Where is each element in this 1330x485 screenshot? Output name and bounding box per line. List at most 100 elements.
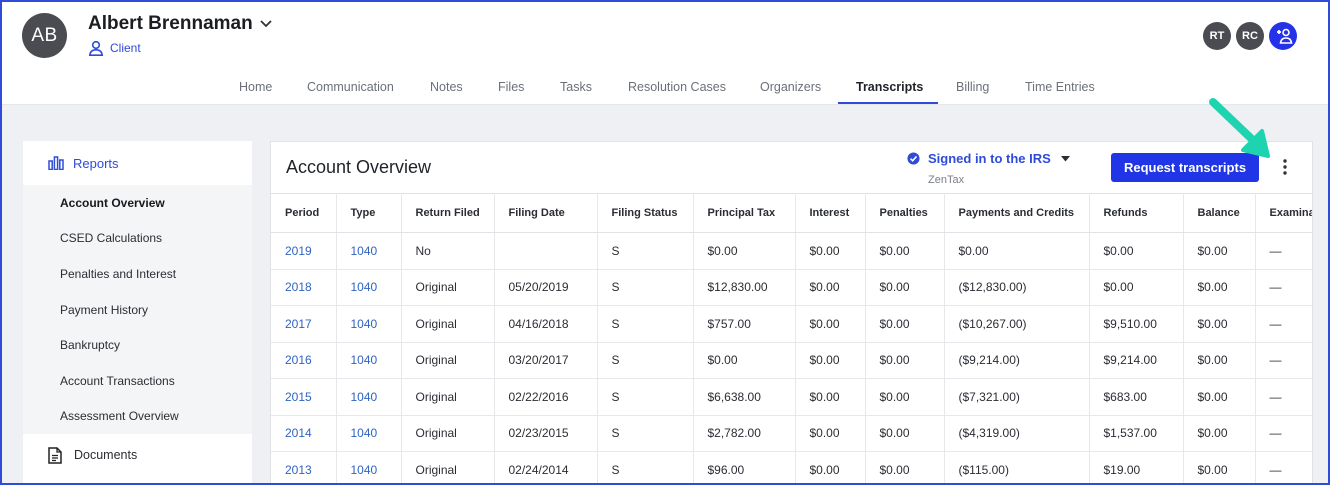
table-cell[interactable]: 2018 (271, 269, 337, 306)
table-cell: — (1255, 269, 1312, 306)
team-avatar[interactable]: RC (1236, 22, 1264, 50)
column-header[interactable]: Return Filed (401, 193, 495, 233)
table-cell: $0.00 (1183, 378, 1256, 416)
reports-sidebar: Reports Account Overview CSED Calculatio… (23, 141, 252, 485)
table-cell: ($7,321.00) (944, 378, 1090, 416)
table-cell: $0.00 (1183, 305, 1256, 343)
sidebar-documents[interactable]: Documents (23, 434, 252, 476)
tab-time-entries[interactable]: Time Entries (1025, 70, 1095, 105)
table-cell[interactable]: 2014 (271, 415, 337, 452)
column-header[interactable]: Payments and Credits (944, 193, 1090, 233)
tab-notes[interactable]: Notes (430, 70, 463, 105)
table-row[interactable]: 2016 1040 Original 03/20/2017 S $0.00 $0.00 $0.… (271, 342, 1312, 379)
table-row[interactable]: 2015 1040 Original 02/22/2016 S $6,638.00 $0.0… (271, 378, 1312, 416)
tab-tasks[interactable]: Tasks (560, 70, 592, 105)
table-cell: Original (401, 305, 495, 343)
team-avatar[interactable]: RT (1203, 22, 1231, 50)
tab-communication[interactable]: Communication (307, 70, 394, 105)
column-header[interactable]: Interest (795, 193, 866, 233)
table-cell: $0.00 (865, 232, 945, 270)
table-cell: $9,214.00 (1089, 342, 1184, 379)
table-row[interactable]: 2017 1040 Original 04/16/2018 S $757.00 $0.00 $… (271, 305, 1312, 343)
table-cell[interactable]: 2013 (271, 451, 337, 484)
sidebar-report-list: Account Overview CSED Calculations Penal… (23, 185, 252, 435)
table-row[interactable]: 2014 1040 Original 02/23/2015 S $2,782.00 $0.0… (271, 415, 1312, 452)
table-cell: S (597, 415, 694, 452)
tab-billing[interactable]: Billing (956, 70, 989, 105)
tab-transcripts[interactable]: Transcripts (856, 70, 923, 105)
table-cell[interactable]: 1040 (336, 342, 402, 379)
table-cell: ($9,214.00) (944, 342, 1090, 379)
table-cell: Original (401, 269, 495, 306)
table-cell: Original (401, 451, 495, 484)
table-cell[interactable]: 2015 (271, 378, 337, 416)
tab-resolution-cases[interactable]: Resolution Cases (628, 70, 726, 105)
table-cell: — (1255, 415, 1312, 452)
sidebar-reports-header[interactable]: Reports (23, 141, 252, 185)
add-user-icon (1277, 28, 1293, 44)
table-row[interactable]: 2013 1040 Original 02/24/2014 S $96.00 $0.00 $0… (271, 451, 1312, 484)
table-cell: $0.00 (795, 342, 866, 379)
column-header[interactable]: Refunds (1089, 193, 1184, 233)
table-cell[interactable]: 2019 (271, 232, 337, 270)
sidebar-reports-label: Reports (73, 155, 119, 171)
sidebar-item-penalties-interest[interactable]: Penalties and Interest (23, 256, 252, 292)
sidebar-item-account-transactions[interactable]: Account Transactions (23, 363, 252, 399)
client-role: Client (88, 40, 141, 56)
table-cell: S (597, 305, 694, 343)
table-cell[interactable]: 1040 (336, 305, 402, 343)
client-tabs: Home Communication Notes Files Tasks Res… (0, 70, 1330, 105)
add-user-button[interactable] (1269, 22, 1297, 50)
document-icon (48, 446, 62, 464)
column-header[interactable]: Filing Date (494, 193, 598, 233)
table-cell: $0.00 (693, 342, 796, 379)
table-cell: 05/20/2019 (494, 269, 598, 306)
sidebar-item-bankruptcy[interactable]: Bankruptcy (23, 327, 252, 363)
table-cell: S (597, 269, 694, 306)
table-cell: Original (401, 342, 495, 379)
table-cell: $0.00 (944, 232, 1090, 270)
tab-files[interactable]: Files (498, 70, 524, 105)
page-title: Account Overview (286, 157, 432, 177)
table-cell: $0.00 (1089, 232, 1184, 270)
sidebar-item-payment-history[interactable]: Payment History (23, 292, 252, 328)
table-cell: $0.00 (795, 415, 866, 452)
chevron-down-icon[interactable] (258, 15, 274, 31)
table-cell: $0.00 (795, 269, 866, 306)
table-cell: $0.00 (1183, 451, 1256, 484)
annotation-arrow-icon (1209, 98, 1270, 158)
column-header[interactable]: Principal Tax (693, 193, 796, 233)
table-cell: ($12,830.00) (944, 269, 1090, 306)
table-cell: No (401, 232, 495, 270)
table-cell: $0.00 (1089, 269, 1184, 306)
table-cell[interactable]: 1040 (336, 415, 402, 452)
table-cell[interactable]: 1040 (336, 269, 402, 306)
table-cell: — (1255, 305, 1312, 343)
table-cell: $0.00 (1183, 342, 1256, 379)
table-cell[interactable]: 2017 (271, 305, 337, 343)
table-cell: $683.00 (1089, 378, 1184, 416)
client-avatar: AB (22, 13, 67, 58)
column-header[interactable]: Examina (1255, 193, 1312, 233)
sidebar-item-account-overview[interactable]: Account Overview (23, 185, 252, 221)
tab-home[interactable]: Home (239, 70, 272, 105)
client-name[interactable]: Albert Brennaman (88, 13, 253, 35)
table-cell[interactable]: 2016 (271, 342, 337, 379)
table-cell: ($10,267.00) (944, 305, 1090, 343)
column-header[interactable]: Type (336, 193, 402, 233)
table-cell[interactable]: 1040 (336, 232, 402, 270)
sidebar-item-csed-calculations[interactable]: CSED Calculations (23, 221, 252, 257)
tab-organizers[interactable]: Organizers (760, 70, 821, 105)
table-row[interactable]: 2018 1040 Original 05/20/2019 S $12,830.00 $0.… (271, 269, 1312, 306)
column-header[interactable]: Period (271, 193, 337, 233)
column-header[interactable]: Filing Status (597, 193, 694, 233)
column-header[interactable]: Penalties (865, 193, 945, 233)
table-cell[interactable]: 1040 (336, 378, 402, 416)
table-cell: $0.00 (795, 305, 866, 343)
irs-status-dropdown[interactable]: Signed in to the IRS (907, 151, 1078, 166)
table-row[interactable]: 2019 1040 No S $0.00 $0.00 $0.00 $0.00 $0.00 $0.0… (271, 232, 1312, 270)
sidebar-item-assessment-overview[interactable]: Assessment Overview (23, 399, 252, 435)
table-cell[interactable]: 1040 (336, 451, 402, 484)
column-header[interactable]: Balance (1183, 193, 1256, 233)
table-cell: $0.00 (865, 269, 945, 306)
